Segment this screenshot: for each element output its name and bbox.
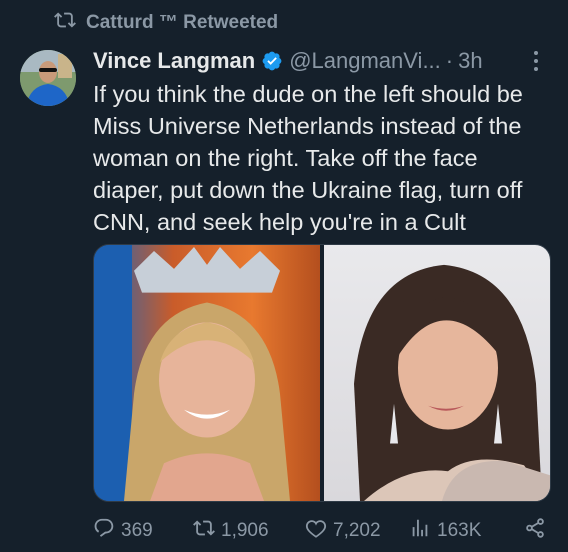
like-count: 7,202	[333, 520, 381, 541]
action-bar: 369 1,906 7,202 163K	[93, 516, 546, 546]
tweet-time[interactable]: 3h	[458, 48, 482, 74]
like-button[interactable]: 7,202	[305, 517, 409, 545]
verified-badge-icon	[261, 50, 283, 72]
retweet-icon	[54, 9, 76, 37]
retweet-banner-text: Catturd ™ Retweeted	[86, 12, 279, 33]
share-icon	[524, 517, 546, 545]
views-chart-icon	[409, 517, 431, 545]
author-handle[interactable]: @LangmanVi...	[289, 48, 441, 74]
retweet-button[interactable]: 1,906	[193, 517, 305, 545]
reply-count: 369	[121, 520, 153, 541]
avatar[interactable]	[20, 50, 76, 106]
tweet-text: If you think the dude on the left should…	[93, 81, 523, 235]
retweet-count: 1,906	[221, 520, 269, 541]
tweet-card[interactable]: Catturd ™ Retweeted Vince Langman @Langm…	[0, 0, 568, 552]
reply-icon	[93, 517, 115, 545]
tweet-header: Vince Langman @LangmanVi... · 3h	[93, 46, 548, 76]
heart-icon	[305, 517, 327, 545]
views-count: 163K	[437, 520, 482, 541]
views-button[interactable]: 163K	[409, 517, 509, 545]
media-image-right[interactable]	[324, 245, 550, 501]
photo-left-icon	[94, 245, 290, 501]
author-name[interactable]: Vince Langman	[93, 48, 255, 74]
more-options-icon[interactable]	[524, 48, 548, 74]
media-image-left[interactable]	[94, 245, 320, 501]
retweet-banner[interactable]: Catturd ™ Retweeted	[54, 10, 278, 36]
share-button[interactable]	[524, 517, 546, 545]
photo-right-icon	[354, 264, 550, 501]
reply-button[interactable]: 369	[93, 517, 193, 545]
media-grid[interactable]	[93, 244, 551, 502]
separator-dot: ·	[445, 48, 454, 73]
retweet-action-icon	[193, 517, 215, 545]
